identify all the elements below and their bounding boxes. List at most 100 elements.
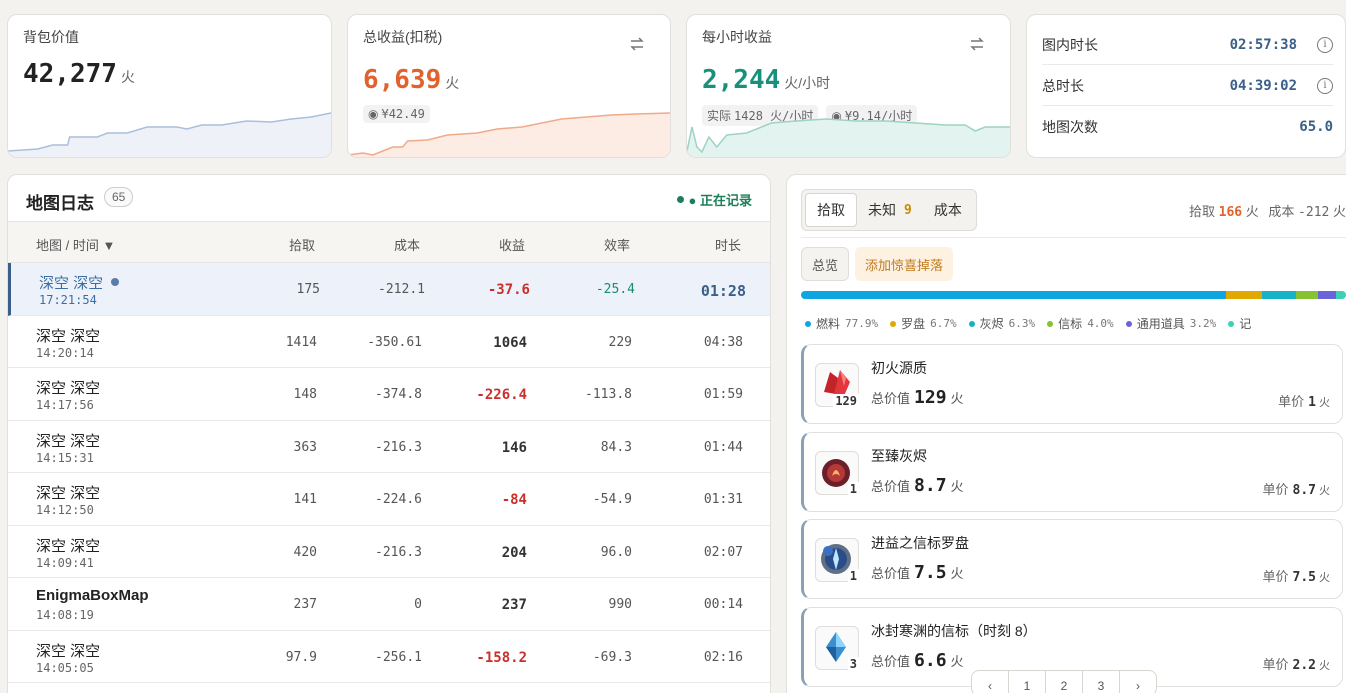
next-page-button[interactable]: › — [1119, 670, 1157, 693]
legend-item: 通用道具 3.2% — [1125, 315, 1217, 332]
drop-item-card[interactable]: 1 进益之信标罗盘 总价值 7.5 火 单价 7.5 火 — [801, 519, 1343, 599]
cell-profit: 146 — [501, 439, 527, 456]
item-total: 总价值 7.5 火 — [871, 562, 964, 583]
cell-eff: -25.4 — [595, 282, 635, 297]
total-income-value: 6,639 火 — [363, 65, 460, 95]
cell-pickup: 97.9 — [285, 649, 317, 665]
info-icon[interactable]: i — [1317, 36, 1333, 53]
cell-dur: 01:44 — [703, 439, 743, 455]
total-income-label: 总收益(扣税) — [363, 29, 443, 45]
col-pickup[interactable]: 拾取 — [289, 235, 315, 254]
tab-cost[interactable]: 成本 — [923, 193, 973, 227]
cell-name: 深空 深空 — [36, 380, 101, 397]
cell-profit: 1064 — [493, 334, 527, 351]
table-row[interactable]: 深空 深空 14:15:31 363 -216.3 146 84.3 01:44 — [8, 421, 770, 473]
table-row[interactable]: 深空 深空 14:09:41 420 -216.3 204 96.0 02:07 — [8, 526, 770, 578]
table-row[interactable]: 深空 深空 14:20:14 1414 -350.61 1064 229 04:38 — [8, 316, 770, 368]
cell-eff: -69.3 — [592, 649, 632, 665]
col-duration[interactable]: 时长 — [715, 235, 741, 254]
crimson-crystal-icon: 129 — [815, 363, 859, 408]
col-map-time[interactable]: 地图 / 时间 ▼ — [36, 235, 115, 254]
table-header: 地图 / 时间 ▼ 拾取 成本 收益 效率 时长 — [8, 221, 770, 263]
legend-item: 罗盘 6.7% — [890, 315, 957, 332]
cell-name: 深空 深空 — [36, 642, 101, 660]
cell-cost: -374.8 — [375, 387, 422, 402]
table-row[interactable]: EnigmaBoxMap 14:08:19 237 0 237 990 00:14 — [8, 578, 770, 631]
overview-button[interactable]: 总览 — [801, 247, 850, 281]
col-cost[interactable]: 成本 — [394, 235, 420, 254]
legend-label: 燃料 — [816, 317, 841, 331]
total-time-row: 总时长 04:39:02 i — [1042, 66, 1333, 106]
hourly-income-value: 2,244 火/小时 — [702, 65, 831, 95]
cell-profit: 237 — [501, 597, 527, 613]
tab-pickup[interactable]: 拾取 — [805, 193, 857, 227]
table-row[interactable]: 深空 深空 14:17:56 148 -374.8 -226.4 -113.8 01:59 — [8, 368, 770, 421]
legend-label: 记 — [1239, 317, 1252, 331]
legend-dot-icon — [805, 320, 811, 327]
legend-item: 燃料 77.9% — [805, 315, 878, 332]
map-time-row: 图内时长 02:57:38 i — [1042, 25, 1333, 65]
cell-eff: 96.0 — [600, 544, 632, 560]
cell-cost: -216.3 — [375, 439, 422, 455]
legend-dot-icon — [1047, 320, 1054, 327]
prev-page-button[interactable]: ‹ — [971, 670, 1009, 693]
drop-detail-panel: 拾取 未知 9 成本 拾取 166 火 成本 -212 火 总览 添加惊喜掉落 燃… — [786, 174, 1346, 693]
cell-pickup: 420 — [293, 544, 317, 560]
legend-item: 信标 4.0% — [1047, 315, 1114, 332]
recording-dot-icon — [676, 196, 684, 203]
legend-label: 信标 — [1058, 317, 1083, 331]
page-button[interactable]: 2 — [1045, 670, 1083, 693]
item-quantity: 3 — [847, 656, 859, 671]
cell-time: 14:08:19 — [36, 608, 94, 622]
table-row[interactable]: 深空 深空 14:12:50 141 -224.6 -84 -54.9 01:31 — [8, 473, 770, 526]
legend-pct: 6.3% — [1008, 317, 1036, 330]
tab-unknown[interactable]: 未知 9 — [857, 193, 923, 227]
cell-dur: 00:14 — [703, 597, 743, 612]
map-count-row: 地图次数 65.0 — [1042, 119, 1333, 135]
cell-time: 14:20:14 — [36, 345, 94, 360]
cell-pickup: 175 — [296, 282, 320, 297]
legend-dot-icon — [968, 320, 975, 327]
cell-cost: -256.1 — [375, 649, 422, 665]
col-efficiency[interactable]: 效率 — [604, 235, 630, 254]
add-surprise-drop-button[interactable]: 添加惊喜掉落 — [855, 247, 954, 281]
table-row[interactable]: 深空 深空 14:05:05 97.9 -256.1 -158.2 -69.3 02:16 — [8, 631, 770, 683]
item-total: 总价值 6.6 火 — [871, 649, 964, 671]
time-stats-card: 图内时长 02:57:38 i 总时长 04:39:02 i 地图次数 65.0 — [1026, 14, 1346, 158]
cell-dur: 02:16 — [703, 649, 743, 665]
drop-item-card[interactable]: 1 至臻灰烬 总价值 8.7 火 单价 8.7 火 — [801, 431, 1343, 512]
cell-pickup: 141 — [293, 492, 317, 507]
legend-label: 通用道具 — [1136, 317, 1185, 331]
distribution-segment — [1318, 291, 1336, 299]
legend-item: 灰烬 6.3% — [968, 315, 1036, 332]
item-name: 至臻灰烬 — [871, 447, 927, 464]
table-row[interactable]: 深空 深空 17:21:54 175 -212.1 -37.6 -25.4 01:28 — [8, 263, 770, 316]
item-unit-price: 单价 2.2 火 — [1262, 656, 1331, 673]
detail-tabs: 拾取 未知 9 成本 — [801, 189, 977, 231]
map-log-panel: 地图日志 65 ● 正在记录 地图 / 时间 ▼ 拾取 成本 收益 效率 时长 … — [7, 174, 771, 693]
item-total: 总价值 129 火 — [871, 387, 964, 408]
legend-dot-icon — [1228, 320, 1235, 327]
cell-profit: -37.6 — [487, 282, 530, 298]
page-button[interactable]: 3 — [1082, 670, 1120, 693]
drop-item-card[interactable]: 129 初火源质 总价值 129 火 单价 1 火 — [801, 344, 1343, 424]
cell-time: 17:21:54 — [39, 293, 97, 307]
legend-label: 罗盘 — [901, 317, 926, 331]
page-button[interactable]: 1 — [1008, 670, 1046, 693]
col-profit[interactable]: 收益 — [499, 235, 525, 254]
legend-pct: 3.2% — [1189, 317, 1217, 330]
swap-icon[interactable] — [628, 35, 646, 53]
bag-value-card: 背包价值 42,277 火 — [7, 14, 332, 158]
swap-icon[interactable] — [968, 35, 986, 53]
distribution-segment — [1335, 291, 1346, 299]
total-income-card: 总收益(扣税) 6,639 火 ◉ ¥42.49 — [347, 14, 671, 158]
cell-profit: -158.2 — [476, 649, 527, 666]
info-icon[interactable]: i — [1317, 77, 1333, 94]
cell-pickup: 363 — [293, 439, 317, 455]
legend-label: 灰烬 — [979, 317, 1004, 331]
cell-name: 深空 深空 — [39, 275, 104, 292]
recording-status: ● 正在记录 — [676, 190, 752, 209]
pickup-cost-summary: 拾取 166 火 成本 -212 火 — [1189, 204, 1346, 220]
legend-pct: 4.0% — [1087, 317, 1114, 330]
hourly-sparkline — [687, 118, 1010, 157]
